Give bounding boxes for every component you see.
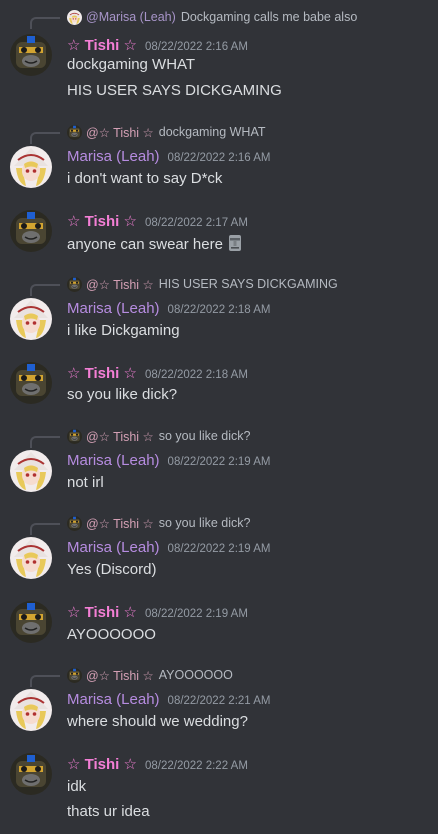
avatar[interactable]	[10, 146, 52, 188]
reply-connector	[30, 436, 60, 448]
message-text: Yes (Discord)	[67, 561, 156, 578]
message-text-content: Yes (Discord)	[67, 561, 157, 578]
reply-author-name[interactable]: @☆ Tishi ☆	[86, 429, 154, 444]
reply-author-name[interactable]: @☆ Tishi ☆	[86, 668, 154, 683]
timestamp: 08/22/2022 2:16 AM	[167, 152, 271, 164]
reply-avatar	[67, 125, 82, 140]
message-text-content: not irl	[67, 474, 104, 491]
timestamp: 08/22/2022 2:17 AM	[144, 217, 248, 229]
reply-avatar	[67, 10, 82, 25]
reply-text: so you like dick?	[158, 516, 251, 530]
reply-connector	[30, 675, 60, 687]
message-header: ☆ Tishi ☆ 08/22/2022 2:19 AM	[67, 603, 248, 623]
avatar[interactable]	[10, 689, 52, 731]
reply-connector	[30, 284, 60, 296]
reply-text: dockgaming WHAT	[158, 125, 266, 139]
reply-avatar	[67, 429, 82, 444]
message-header: Marisa (Leah) 08/22/2022 2:21 AM	[67, 691, 271, 711]
reply-preview[interactable]: @☆ Tishi ☆ dockgaming WHAT	[67, 123, 266, 141]
reply-preview[interactable]: @☆ Tishi ☆ so you like dick?	[67, 427, 250, 445]
timestamp: 08/22/2022 2:16 AM	[144, 41, 248, 53]
message-text-content: anyone can swear here	[67, 236, 223, 253]
avatar[interactable]	[10, 34, 52, 76]
message-header: ☆ Tishi ☆ 08/22/2022 2:17 AM	[67, 212, 248, 232]
message-text-content: idk	[67, 778, 87, 795]
timestamp: 08/22/2022 2:21 AM	[167, 695, 271, 707]
message-text: thats ur idea	[67, 803, 150, 820]
reply-author-name[interactable]: @Marisa (Leah)	[86, 10, 176, 24]
reply-preview[interactable]: @☆ Tishi ☆ so you like dick?	[67, 514, 250, 532]
reply-author-name[interactable]: @☆ Tishi ☆	[86, 277, 154, 292]
reply-connector	[30, 523, 60, 535]
author-name[interactable]: Marisa (Leah)	[67, 452, 160, 469]
message-header: ☆ Tishi ☆ 08/22/2022 2:18 AM	[67, 364, 248, 384]
author-name[interactable]: ☆ Tishi ☆	[67, 603, 137, 621]
author-name[interactable]: ☆ Tishi ☆	[67, 364, 137, 382]
reply-avatar	[67, 668, 82, 683]
message-text: anyone can swear here	[67, 234, 244, 253]
avatar[interactable]	[10, 450, 52, 492]
reply-text: Dockgaming calls me babe also	[180, 10, 358, 24]
message-header: ☆ Tishi ☆ 08/22/2022 2:22 AM	[67, 755, 248, 775]
reply-author-name[interactable]: @☆ Tishi ☆	[86, 125, 154, 140]
timestamp: 08/22/2022 2:22 AM	[144, 760, 248, 772]
author-name[interactable]: ☆ Tishi ☆	[67, 36, 137, 54]
message-text-content: i like Dickgaming	[67, 322, 180, 339]
reply-text: so you like dick?	[158, 429, 251, 443]
reply-avatar	[67, 516, 82, 531]
message-text: so you like dick?	[67, 386, 177, 403]
timestamp: 08/22/2022 2:19 AM	[144, 608, 248, 620]
reply-text: AYOOOOOO	[158, 668, 233, 682]
author-name[interactable]: ☆ Tishi ☆	[67, 212, 137, 230]
message-text: i don't want to say D*ck	[67, 170, 222, 187]
author-name[interactable]: ☆ Tishi ☆	[67, 755, 137, 773]
author-name[interactable]: Marisa (Leah)	[67, 691, 160, 708]
message-header: Marisa (Leah) 08/22/2022 2:19 AM	[67, 452, 271, 472]
message-header: ☆ Tishi ☆ 08/22/2022 2:16 AM	[67, 36, 248, 56]
message-text-content: AYOOOOOO	[67, 626, 156, 643]
message-text-content: where should we wedding?	[67, 713, 248, 730]
avatar[interactable]	[10, 362, 52, 404]
message-text-content: HIS USER SAYS DICKGAMING	[67, 82, 282, 99]
message-text: where should we wedding?	[67, 713, 248, 730]
author-name[interactable]: Marisa (Leah)	[67, 300, 160, 317]
reply-preview[interactable]: @Marisa (Leah) Dockgaming calls me babe a…	[67, 8, 357, 26]
avatar[interactable]	[10, 537, 52, 579]
reply-avatar	[67, 277, 82, 292]
avatar[interactable]	[10, 753, 52, 795]
reply-text: HIS USER SAYS DICKGAMING	[158, 277, 338, 291]
message-text: not irl	[67, 474, 104, 491]
timestamp: 08/22/2022 2:18 AM	[144, 369, 248, 381]
message-text: idk	[67, 778, 86, 795]
timestamp: 08/22/2022 2:18 AM	[167, 304, 271, 316]
message-text: dockgaming WHAT	[67, 56, 195, 73]
message-text: HIS USER SAYS DICKGAMING	[67, 82, 282, 99]
reply-connector	[30, 132, 60, 144]
message-text: i like Dickgaming	[67, 322, 180, 339]
timestamp: 08/22/2022 2:19 AM	[167, 543, 271, 555]
message-text-content: dockgaming WHAT	[67, 56, 196, 73]
reply-author-name[interactable]: @☆ Tishi ☆	[86, 516, 154, 531]
message-header: Marisa (Leah) 08/22/2022 2:18 AM	[67, 300, 271, 320]
avatar[interactable]	[10, 601, 52, 643]
message-header: Marisa (Leah) 08/22/2022 2:19 AM	[67, 539, 271, 559]
avatar[interactable]	[10, 210, 52, 252]
message-text-content: so you like dick?	[67, 386, 178, 403]
message-text-content: thats ur idea	[67, 803, 150, 820]
timestamp: 08/22/2022 2:19 AM	[167, 456, 271, 468]
moai-icon	[226, 234, 244, 252]
avatar[interactable]	[10, 298, 52, 340]
message-text-content: i don't want to say D*ck	[67, 170, 223, 187]
reply-preview[interactable]: @☆ Tishi ☆ HIS USER SAYS DICKGAMING	[67, 275, 338, 293]
reply-preview[interactable]: @☆ Tishi ☆ AYOOOOOO	[67, 666, 233, 684]
reply-connector	[30, 17, 60, 29]
message-header: Marisa (Leah) 08/22/2022 2:16 AM	[67, 148, 271, 168]
author-name[interactable]: Marisa (Leah)	[67, 148, 160, 165]
message-text: AYOOOOOO	[67, 626, 156, 643]
author-name[interactable]: Marisa (Leah)	[67, 539, 160, 556]
